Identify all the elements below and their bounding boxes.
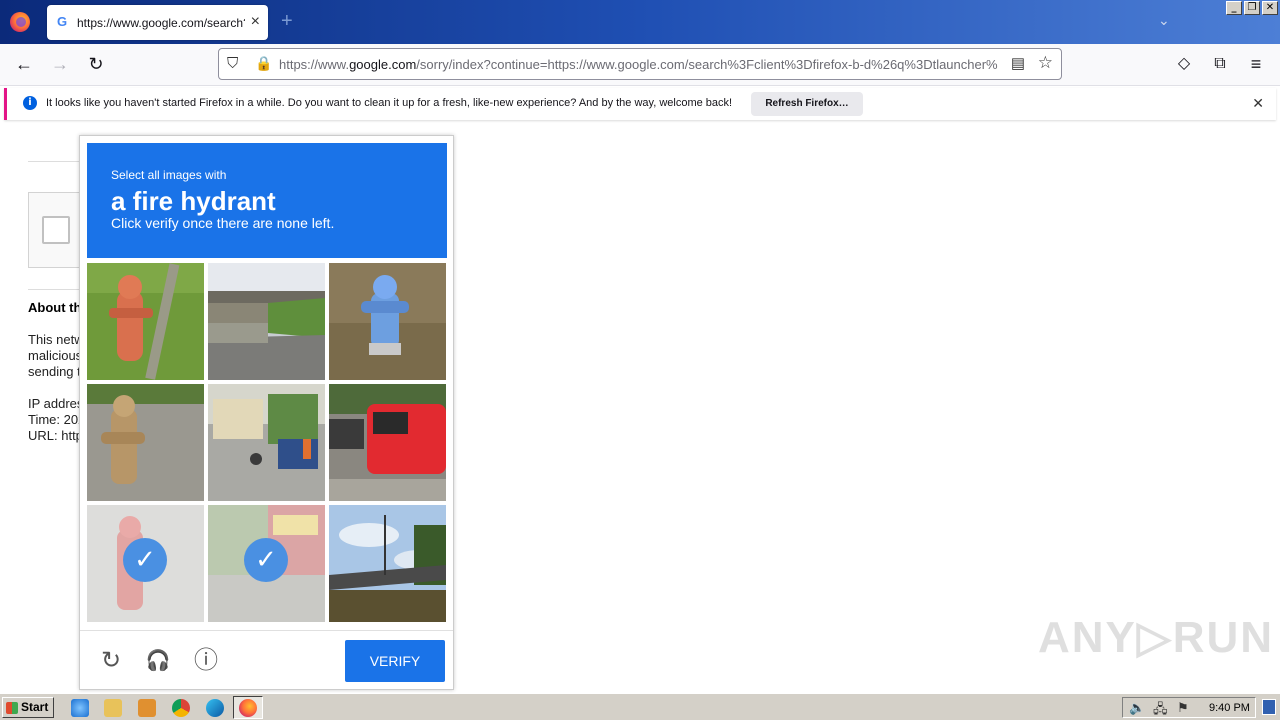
system-tray: 🔈 🖧 ⚑ 9:40 PM [1122,697,1256,718]
taskbar: Start 🔈 🖧 ⚑ 9:40 PM [0,693,1280,720]
clock[interactable]: 9:40 PM [1209,702,1250,714]
start-button[interactable]: Start [2,697,54,718]
chrome-icon[interactable] [172,699,190,717]
volume-icon[interactable]: 🔈 [1129,700,1145,716]
close-window-button[interactable]: ✕ [1262,1,1278,15]
file-explorer-icon[interactable] [104,699,122,717]
tile-hydrant-tan[interactable] [87,384,204,501]
verify-button[interactable]: VERIFY [345,640,445,682]
tab-close-icon[interactable]: × [251,13,260,31]
notification-bar: i It looks like you haven't started Fire… [4,88,1276,120]
list-tabs-icon[interactable]: ⌄ [1158,12,1170,29]
show-desktop-button[interactable] [1262,699,1276,715]
page-text-line: Time: 202 [28,412,86,427]
page-text-line: sending t [28,364,81,379]
anyrun-watermark: ANY▷RUN [1038,613,1275,662]
navigation-toolbar: ← → ↻ ⛉ 🔒 https://www.google.com/sorry/i… [0,44,1280,86]
reader-view-icon[interactable]: ▤ [1011,54,1025,72]
tile-red-van[interactable] [329,384,446,501]
notification-message: It looks like you haven't started Firefo… [46,97,733,109]
recaptcha-challenge: Select all images with a fire hydrant Cl… [79,135,454,690]
edge-icon[interactable] [206,699,224,717]
windows-flag-icon [6,702,18,714]
new-tab-button[interactable]: + [281,10,293,33]
media-player-icon[interactable] [138,699,156,717]
minimize-button[interactable]: _ [1226,1,1242,15]
extensions-icon[interactable]: ⧉ [1209,54,1231,74]
challenge-target: a fire hydrant [111,186,276,216]
tile-bridge-sky[interactable] [329,505,446,622]
tile-hydrant-orange[interactable] [87,263,204,380]
restore-button[interactable]: ❐ [1244,1,1260,15]
page-text-line: IP addres [28,396,84,411]
back-button[interactable]: ← [13,54,35,74]
info-icon: i [23,96,37,110]
page-text-line: URL: http [28,428,83,443]
tile-street-scene[interactable] [208,384,325,501]
tile-graffiti-wall[interactable] [208,505,325,622]
page-text-line: malicious [28,348,83,363]
pocket-icon[interactable]: ◇ [1173,54,1195,74]
reload-challenge-icon[interactable]: ↻ [97,647,125,675]
audio-challenge-icon[interactable]: 🎧 [144,647,172,675]
recaptcha-checkbox[interactable] [42,216,70,244]
firefox-taskbar-button[interactable] [233,696,263,719]
network-icon[interactable]: 🖧 [1153,700,1168,722]
url-bar[interactable]: ⛉ 🔒 https://www.google.com/sorry/index?c… [218,48,1062,80]
forward-button[interactable]: → [49,54,71,74]
challenge-footer: ↻ 🎧 ⓘ VERIFY [80,630,453,690]
firefox-icon [239,699,257,717]
tab-strip: G https://www.google.com/search?c × + ⌄ … [0,0,1280,44]
menu-icon[interactable]: ≡ [1245,54,1267,74]
url-text[interactable]: https://www.google.com/sorry/index?conti… [279,57,1001,72]
bookmark-star-icon[interactable]: ☆ [1038,53,1053,73]
browser-tab[interactable]: G https://www.google.com/search?c × [47,5,268,40]
refresh-firefox-button[interactable]: Refresh Firefox… [751,92,863,116]
internet-explorer-icon[interactable] [71,699,89,717]
lock-icon[interactable]: 🔒 [255,55,272,72]
page-text-line: This netw [28,332,84,347]
window-controls: _ ❐ ✕ [1226,1,1278,15]
start-label: Start [21,700,49,714]
tracking-shield-icon[interactable]: ⛉ [227,55,238,72]
tile-hydrant-blue[interactable] [329,263,446,380]
notification-close-icon[interactable]: ✕ [1252,95,1264,112]
reload-button[interactable]: ↻ [85,54,107,74]
action-center-flag-icon[interactable]: ⚑ [1177,700,1189,716]
instruction-hint: Click verify once there are none left. [111,215,335,231]
firefox-logo-icon[interactable] [10,12,30,32]
instruction-small: Select all images with [111,168,227,182]
tab-title: https://www.google.com/search?c [77,16,245,30]
challenge-header: Select all images with a fire hydrant Cl… [87,143,447,258]
tile-overpass-road[interactable] [208,263,325,380]
tile-hydrant-red-faded[interactable] [87,505,204,622]
about-heading: About th [28,300,82,315]
help-info-icon[interactable]: ⓘ [192,647,220,675]
google-favicon-icon: G [57,14,68,29]
image-grid [87,263,447,623]
